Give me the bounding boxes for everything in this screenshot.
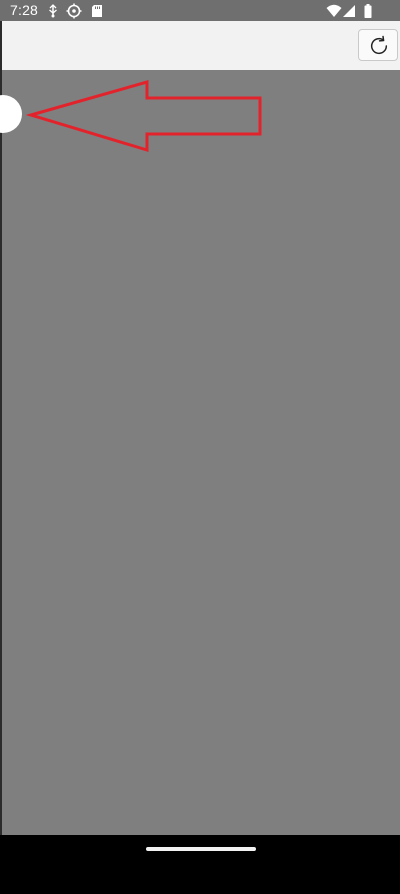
crosshair-icon	[66, 3, 82, 19]
home-indicator[interactable]	[146, 847, 256, 851]
usb-debug-icon	[45, 3, 61, 19]
status-time: 7:28	[10, 2, 39, 18]
arrow-outline-icon	[25, 80, 262, 153]
top-bar	[2, 21, 400, 70]
app-screen: 7:28	[0, 0, 400, 894]
refresh-button[interactable]	[358, 29, 398, 61]
navigation-bar	[0, 835, 400, 894]
refresh-icon	[370, 35, 388, 55]
battery-icon	[360, 3, 376, 19]
status-bar: 7:28	[0, 0, 400, 21]
wifi-icon	[326, 3, 342, 19]
sd-card-icon	[89, 3, 105, 19]
content-area[interactable]	[0, 70, 400, 835]
cellular-icon	[341, 3, 357, 19]
